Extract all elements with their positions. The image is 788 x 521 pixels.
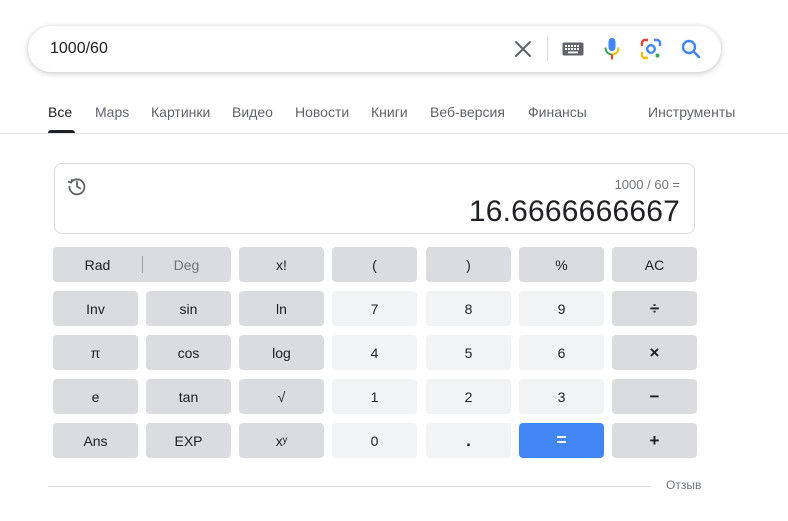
digit-4-button[interactable]: 4 bbox=[332, 335, 417, 370]
multiply-button[interactable]: × bbox=[612, 335, 697, 370]
search-input[interactable] bbox=[50, 26, 490, 72]
tan-button[interactable]: tan bbox=[146, 379, 231, 414]
digit-1-button[interactable]: 1 bbox=[332, 379, 417, 414]
digit-6-button[interactable]: 6 bbox=[519, 335, 604, 370]
keyboard-icon[interactable] bbox=[561, 37, 585, 61]
tab-maps[interactable]: Maps bbox=[95, 104, 129, 120]
history-icon[interactable] bbox=[67, 176, 87, 196]
tools-button[interactable]: Инструменты bbox=[648, 104, 735, 120]
rad-deg-toggle: Rad Deg bbox=[53, 247, 231, 282]
feedback-link[interactable]: Отзыв bbox=[666, 478, 701, 492]
footer-divider bbox=[48, 486, 651, 487]
calculator-display: 1000 / 60 = 16.6666666667 bbox=[54, 163, 695, 234]
inv-button[interactable]: Inv bbox=[53, 291, 138, 326]
digit-9-button[interactable]: 9 bbox=[519, 291, 604, 326]
search-box bbox=[28, 26, 721, 72]
power-button[interactable]: xʸ bbox=[239, 423, 324, 458]
divide-button[interactable]: ÷ bbox=[612, 291, 697, 326]
search-icon[interactable] bbox=[679, 37, 703, 61]
percent-button[interactable]: % bbox=[519, 247, 604, 282]
euler-button[interactable]: e bbox=[53, 379, 138, 414]
cos-button[interactable]: cos bbox=[146, 335, 231, 370]
minus-button[interactable]: − bbox=[612, 379, 697, 414]
tab-all[interactable]: Все bbox=[48, 104, 72, 120]
all-clear-button[interactable]: AC bbox=[612, 247, 697, 282]
exp-button[interactable]: EXP bbox=[146, 423, 231, 458]
tab-news[interactable]: Новости bbox=[295, 104, 349, 120]
digit-2-button[interactable]: 2 bbox=[426, 379, 511, 414]
log-button[interactable]: log bbox=[239, 335, 324, 370]
left-paren-button[interactable]: ( bbox=[332, 247, 417, 282]
factorial-button[interactable]: x! bbox=[239, 247, 324, 282]
right-paren-button[interactable]: ) bbox=[426, 247, 511, 282]
lens-icon[interactable] bbox=[639, 37, 663, 61]
search-tabs: Все Maps Картинки Видео Новости Книги Ве… bbox=[0, 92, 788, 134]
decimal-point-button[interactable]: . bbox=[426, 423, 511, 458]
tab-images[interactable]: Картинки bbox=[151, 104, 210, 120]
digit-8-button[interactable]: 8 bbox=[426, 291, 511, 326]
digit-5-button[interactable]: 5 bbox=[426, 335, 511, 370]
calculator-expression: 1000 / 60 = bbox=[614, 177, 680, 192]
ans-button[interactable]: Ans bbox=[53, 423, 138, 458]
plus-button[interactable]: + bbox=[612, 423, 697, 458]
deg-button[interactable]: Deg bbox=[142, 247, 231, 282]
tab-finance[interactable]: Финансы bbox=[528, 104, 587, 120]
sqrt-button[interactable]: √ bbox=[239, 379, 324, 414]
calculator-result: 16.6666666667 bbox=[468, 195, 680, 228]
digit-0-button[interactable]: 0 bbox=[332, 423, 417, 458]
equals-button[interactable]: = bbox=[519, 423, 604, 458]
tab-web[interactable]: Веб-версия bbox=[430, 104, 505, 120]
digit-3-button[interactable]: 3 bbox=[519, 379, 604, 414]
rad-button[interactable]: Rad bbox=[53, 247, 142, 282]
ln-button[interactable]: ln bbox=[239, 291, 324, 326]
digit-7-button[interactable]: 7 bbox=[332, 291, 417, 326]
active-tab-indicator bbox=[48, 130, 75, 133]
search-divider bbox=[547, 36, 548, 62]
close-icon[interactable] bbox=[511, 37, 535, 61]
sin-button[interactable]: sin bbox=[146, 291, 231, 326]
tab-videos[interactable]: Видео bbox=[232, 104, 273, 120]
mic-icon[interactable] bbox=[600, 37, 624, 61]
pi-button[interactable]: π bbox=[53, 335, 138, 370]
tab-books[interactable]: Книги bbox=[371, 104, 408, 120]
